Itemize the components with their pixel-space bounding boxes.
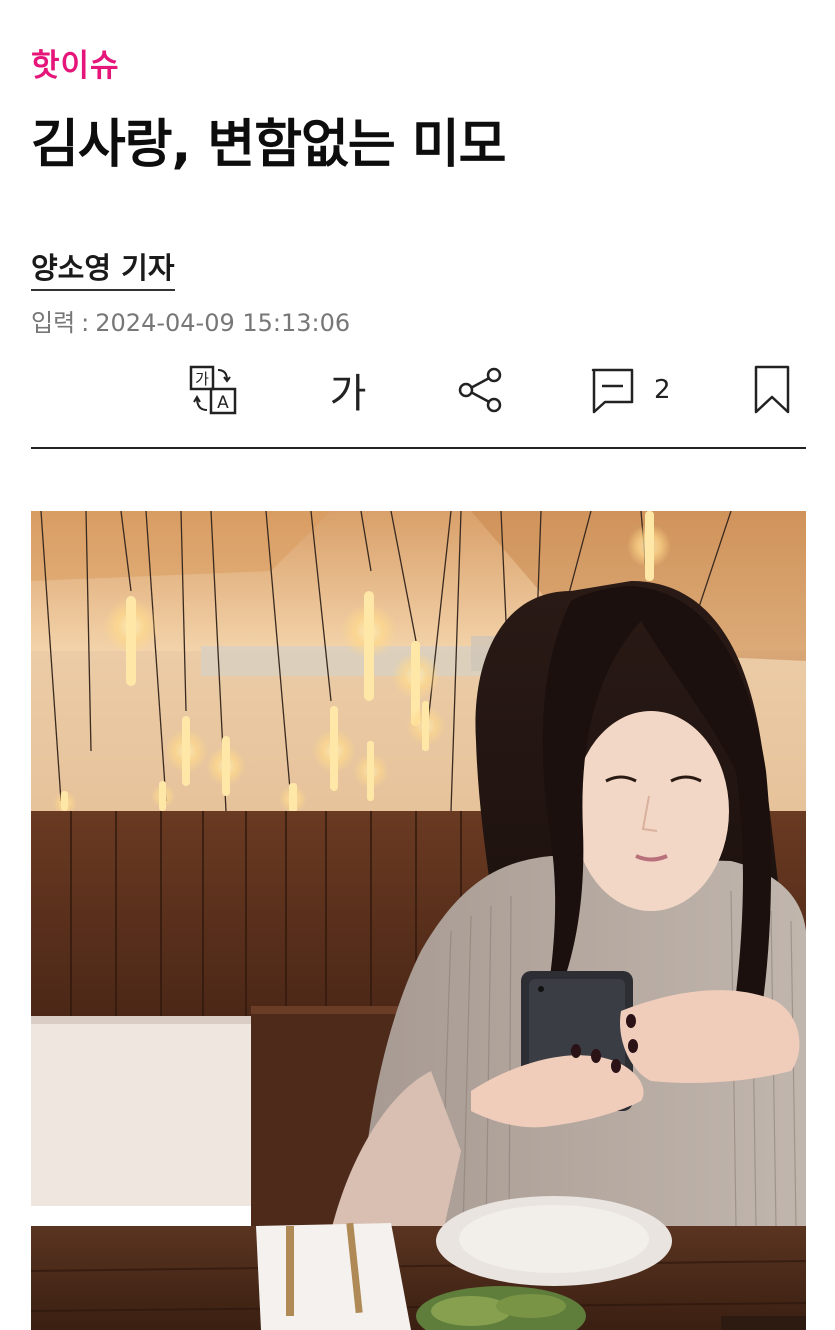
comment-count: 2	[654, 375, 671, 405]
comment-icon	[591, 368, 634, 414]
timestamp-label: 입력	[31, 309, 76, 337]
font-size-button[interactable]: 가	[322, 358, 374, 422]
bookmark-button[interactable]	[748, 358, 796, 422]
comment-button[interactable]: 2	[588, 358, 684, 422]
article-headline: 김사랑, 변함없는 미모	[31, 115, 507, 175]
article-timestamp: 입력:2024-04-09 15:13:06	[31, 303, 350, 338]
article-photo-image	[31, 511, 806, 1330]
article-byline[interactable]: 양소영 기자	[31, 245, 175, 291]
article-page: 핫이슈 김사랑, 변함없는 미모 양소영 기자 입력:2024-04-09 15…	[0, 0, 835, 1330]
share-button[interactable]	[453, 358, 507, 422]
article-toolbar: 가 A 가 2	[0, 358, 835, 422]
article-photo[interactable]	[31, 511, 806, 1330]
translate-icon: 가 A	[189, 365, 237, 415]
toolbar-divider	[31, 447, 806, 449]
timestamp-separator: :	[81, 309, 90, 337]
share-icon	[458, 367, 502, 413]
font-size-icon: 가	[329, 371, 367, 417]
article-category[interactable]: 핫이슈	[31, 40, 120, 85]
translate-button[interactable]: 가 A	[183, 358, 243, 422]
svg-text:가: 가	[195, 370, 209, 388]
svg-text:A: A	[217, 393, 229, 413]
bookmark-icon	[754, 365, 790, 414]
timestamp-value: 2024-04-09 15:13:06	[95, 309, 351, 337]
